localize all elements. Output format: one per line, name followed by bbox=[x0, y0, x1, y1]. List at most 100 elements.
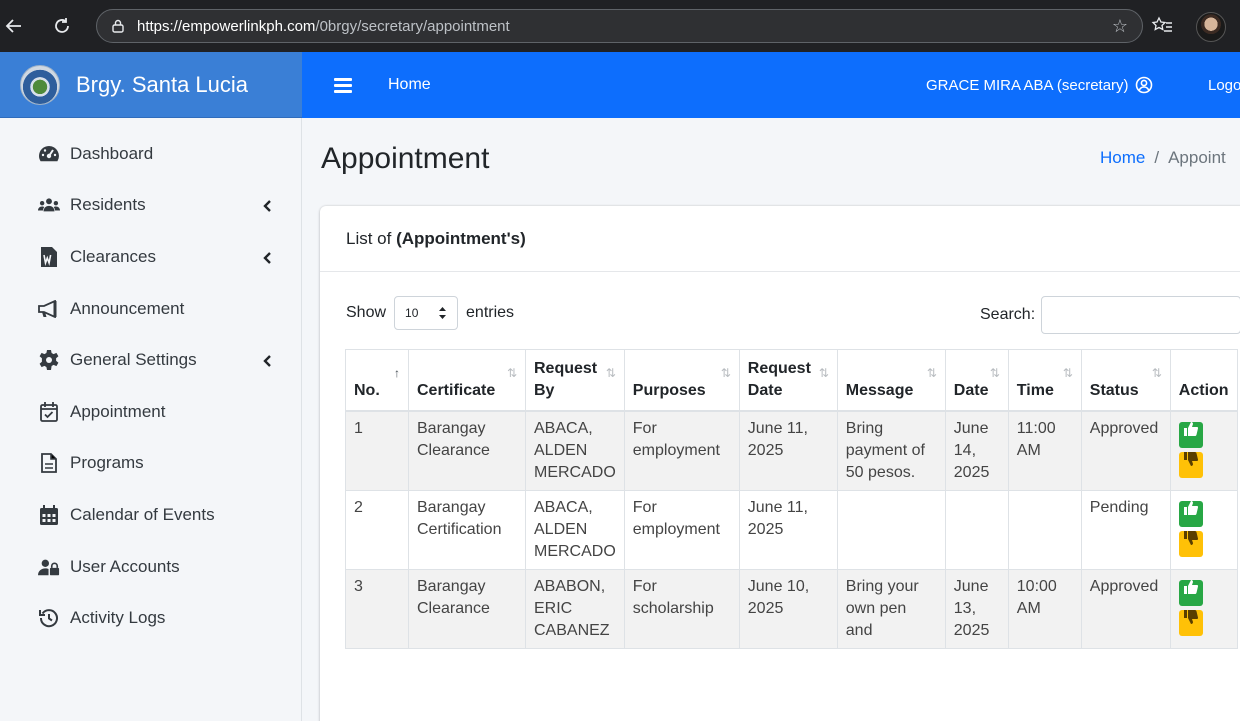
thumbs-up-icon bbox=[1183, 580, 1198, 594]
column-header-action[interactable]: Action bbox=[1169, 349, 1238, 412]
column-header-purposes[interactable]: ⇅ Purposes bbox=[623, 349, 740, 412]
table-header-row: ↑ No. ⇅ Certificate ⇅ Request By ⇅ Purposes … bbox=[345, 349, 1238, 412]
sort-icon: ⇅ bbox=[1151, 366, 1162, 380]
brand-bar[interactable]: Brgy. Santa Lucia bbox=[0, 52, 302, 118]
sidebar-item-announcement[interactable]: Announcement bbox=[0, 283, 301, 335]
cell-purposes: For scholarship bbox=[623, 569, 740, 649]
column-header-certificate[interactable]: ⇅ Certificate bbox=[408, 349, 526, 412]
sidebar-item-activity-logs[interactable]: Activity Logs bbox=[0, 592, 301, 644]
sidebar-item-calendar-of-events[interactable]: Calendar of Events bbox=[0, 489, 301, 541]
sidebar-item-clearances[interactable]: Clearances bbox=[0, 231, 301, 283]
sort-icon: ⇅ bbox=[605, 366, 616, 380]
menu-toggle-icon[interactable] bbox=[334, 78, 352, 93]
sidebar-item-appointment[interactable]: Appointment bbox=[0, 386, 301, 438]
user-circle-icon bbox=[1135, 76, 1153, 94]
sidebar-item-label: Dashboard bbox=[70, 143, 154, 163]
back-icon[interactable] bbox=[0, 0, 28, 52]
chevron-left-icon bbox=[262, 353, 272, 368]
sidebar-item-label: Announcement bbox=[70, 298, 185, 318]
sidebar-item-label: Appointment bbox=[70, 401, 166, 421]
cell-date: June 13, 2025 bbox=[944, 569, 1009, 649]
history-icon bbox=[38, 607, 60, 629]
sort-icon: ⇅ bbox=[506, 366, 517, 380]
thumbs-up-icon bbox=[1183, 422, 1198, 436]
thumbs-up-icon bbox=[1183, 501, 1198, 515]
bookmark-star-icon[interactable]: ☆ bbox=[1112, 16, 1128, 37]
column-header-request-date[interactable]: ⇅ Request Date bbox=[738, 349, 838, 412]
show-label: Show bbox=[346, 304, 387, 321]
calendar-icon bbox=[38, 504, 60, 526]
cell-request-date: June 11, 2025 bbox=[738, 490, 838, 570]
users-icon bbox=[38, 194, 60, 216]
sidebar-item-label: Activity Logs bbox=[70, 608, 166, 628]
current-user-link[interactable]: GRACE MIRA ABA (secretary) bbox=[926, 76, 1153, 94]
barangay-logo bbox=[20, 64, 60, 105]
entries-label: entries bbox=[466, 304, 515, 321]
sort-icon: ⇅ bbox=[818, 366, 829, 380]
sidebar-item-general-settings[interactable]: General Settings bbox=[0, 334, 301, 386]
card-title-bold: (Appointment's) bbox=[396, 228, 526, 248]
sidebar-item-programs[interactable]: Programs bbox=[0, 438, 301, 490]
card-title-prefix: List of bbox=[346, 228, 392, 248]
document-icon bbox=[38, 452, 60, 474]
cell-no: 1 bbox=[345, 410, 409, 491]
thumbs-down-icon bbox=[1183, 452, 1198, 466]
approve-button[interactable] bbox=[1178, 501, 1203, 527]
approve-button[interactable] bbox=[1178, 422, 1203, 448]
cell-actions bbox=[1169, 569, 1238, 649]
thumbs-down-icon bbox=[1183, 531, 1198, 545]
sidebar-item-dashboard[interactable]: Dashboard bbox=[0, 128, 301, 180]
column-header-time[interactable]: ⇅ Time bbox=[1007, 349, 1082, 412]
cell-certificate: Barangay Clearance bbox=[408, 410, 526, 491]
gear-icon bbox=[38, 349, 60, 371]
column-header-message[interactable]: ⇅ Message bbox=[836, 349, 946, 412]
cell-date bbox=[944, 490, 1009, 570]
column-header-date[interactable]: ⇅ Date bbox=[944, 349, 1009, 412]
cell-time bbox=[1007, 490, 1082, 570]
entries-length-control: Show 10 entries bbox=[346, 296, 514, 330]
site-info-icon[interactable] bbox=[107, 15, 129, 37]
reload-icon[interactable] bbox=[48, 0, 76, 52]
column-header-status[interactable]: ⇅ Status bbox=[1080, 349, 1171, 412]
reject-button[interactable] bbox=[1178, 531, 1203, 557]
table-search: Search: bbox=[980, 296, 1240, 334]
search-input[interactable] bbox=[1041, 296, 1240, 334]
profile-avatar[interactable] bbox=[1196, 12, 1226, 42]
cell-time: 10:00 AM bbox=[1007, 569, 1082, 649]
breadcrumb-home-link[interactable]: Home bbox=[1100, 148, 1145, 167]
table-row: 1 Barangay Clearance ABACA, ALDEN MERCAD… bbox=[345, 410, 1238, 491]
dashboard-gauge-icon bbox=[38, 143, 60, 165]
address-bar[interactable]: https://empowerlinkph.com/0brgy/secretar… bbox=[96, 9, 1143, 43]
logout-link[interactable]: Logou bbox=[1208, 77, 1240, 94]
sidebar-item-residents[interactable]: Residents bbox=[0, 180, 301, 232]
top-navbar: Home GRACE MIRA ABA (secretary) Logou bbox=[302, 52, 1240, 118]
cell-no: 2 bbox=[345, 490, 409, 570]
reject-button[interactable] bbox=[1178, 452, 1203, 478]
sidebar-item-label: User Accounts bbox=[70, 556, 180, 576]
sort-icon: ⇅ bbox=[989, 366, 1000, 380]
approve-button[interactable] bbox=[1178, 580, 1203, 606]
column-header-no[interactable]: ↑ No. bbox=[345, 349, 409, 412]
cell-certificate: Barangay Clearance bbox=[408, 569, 526, 649]
select-arrows-icon bbox=[438, 306, 447, 320]
reject-button[interactable] bbox=[1178, 610, 1203, 636]
entries-select[interactable]: 10 bbox=[394, 296, 459, 330]
sidebar-item-label: Residents bbox=[70, 195, 146, 215]
nav-home-link[interactable]: Home bbox=[388, 76, 431, 94]
brand-name: Brgy. Santa Lucia bbox=[76, 71, 249, 97]
favorites-icon[interactable] bbox=[1150, 14, 1174, 38]
cell-message bbox=[836, 490, 946, 570]
cell-actions bbox=[1169, 410, 1238, 491]
appointments-card: List of (Appointment's) Show 10 entries … bbox=[320, 206, 1240, 721]
cell-status: Approved bbox=[1080, 410, 1171, 491]
user-lock-icon bbox=[38, 556, 60, 578]
word-document-icon bbox=[38, 246, 60, 268]
thumbs-down-icon bbox=[1183, 610, 1198, 624]
breadcrumb: Home / Appoint bbox=[1100, 148, 1226, 168]
column-header-request-by[interactable]: ⇅ Request By bbox=[525, 349, 625, 412]
sidebar-item-user-accounts[interactable]: User Accounts bbox=[0, 541, 301, 593]
sidebar: Dashboard Residents Clearances Announcem… bbox=[0, 118, 302, 721]
sidebar-item-label: Clearances bbox=[70, 246, 156, 266]
cell-request-by: ABABON, ERIC CABANEZ bbox=[525, 569, 625, 649]
browser-toolbar: https://empowerlinkph.com/0brgy/secretar… bbox=[0, 0, 1240, 52]
